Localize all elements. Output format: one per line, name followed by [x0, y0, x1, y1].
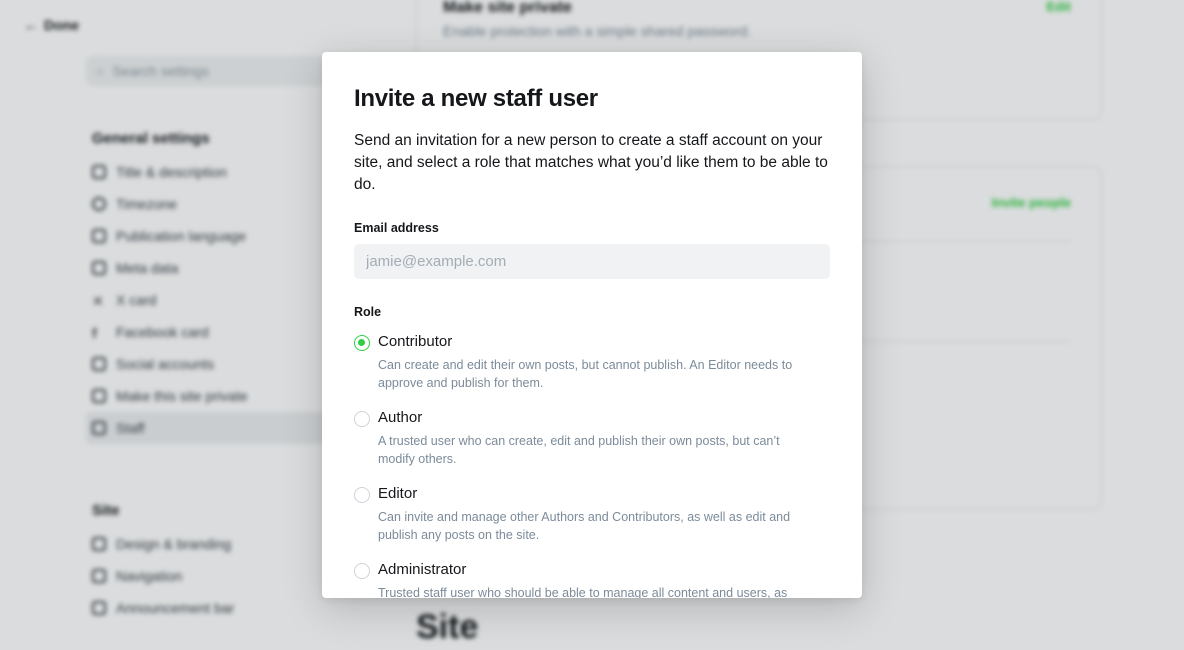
role-option-contributor[interactable]: Contributor Can create and edit their ow… [354, 332, 830, 392]
modal-description: Send an invitation for a new person to c… [354, 132, 828, 193]
role-description: Can invite and manage other Authors and … [378, 510, 791, 542]
role-description: Can create and edit their own posts, but… [378, 358, 793, 390]
role-option-editor[interactable]: Editor Can invite and manage other Autho… [354, 484, 830, 544]
modal-title: Invite a new staff user [354, 85, 598, 112]
invite-staff-modal: Invite a new staff user Send an invitati… [322, 52, 862, 598]
role-radio-author[interactable] [354, 411, 370, 427]
role-text: Administrator Trusted staff user who sho… [378, 560, 818, 598]
role-text: Author A trusted user who can create, ed… [378, 408, 818, 468]
role-name: Author [378, 409, 423, 426]
role-radio-contributor[interactable] [354, 335, 370, 351]
email-field[interactable] [354, 244, 830, 279]
role-name: Editor [378, 485, 418, 502]
role-name: Contributor [378, 333, 453, 350]
role-description: Trusted staff user who should be able to… [378, 586, 788, 598]
role-text: Contributor Can create and edit their ow… [378, 332, 818, 392]
role-text: Editor Can invite and manage other Autho… [378, 484, 818, 544]
role-label: Role [354, 305, 382, 319]
email-label: Email address [354, 221, 439, 235]
role-name: Administrator [378, 561, 467, 578]
role-radio-administrator[interactable] [354, 563, 370, 579]
role-radio-editor[interactable] [354, 487, 370, 503]
role-option-administrator[interactable]: Administrator Trusted staff user who sho… [354, 560, 830, 598]
role-description: A trusted user who can create, edit and … [378, 434, 780, 466]
role-radio-group: Contributor Can create and edit their ow… [354, 332, 830, 598]
role-option-author[interactable]: Author A trusted user who can create, ed… [354, 408, 830, 468]
